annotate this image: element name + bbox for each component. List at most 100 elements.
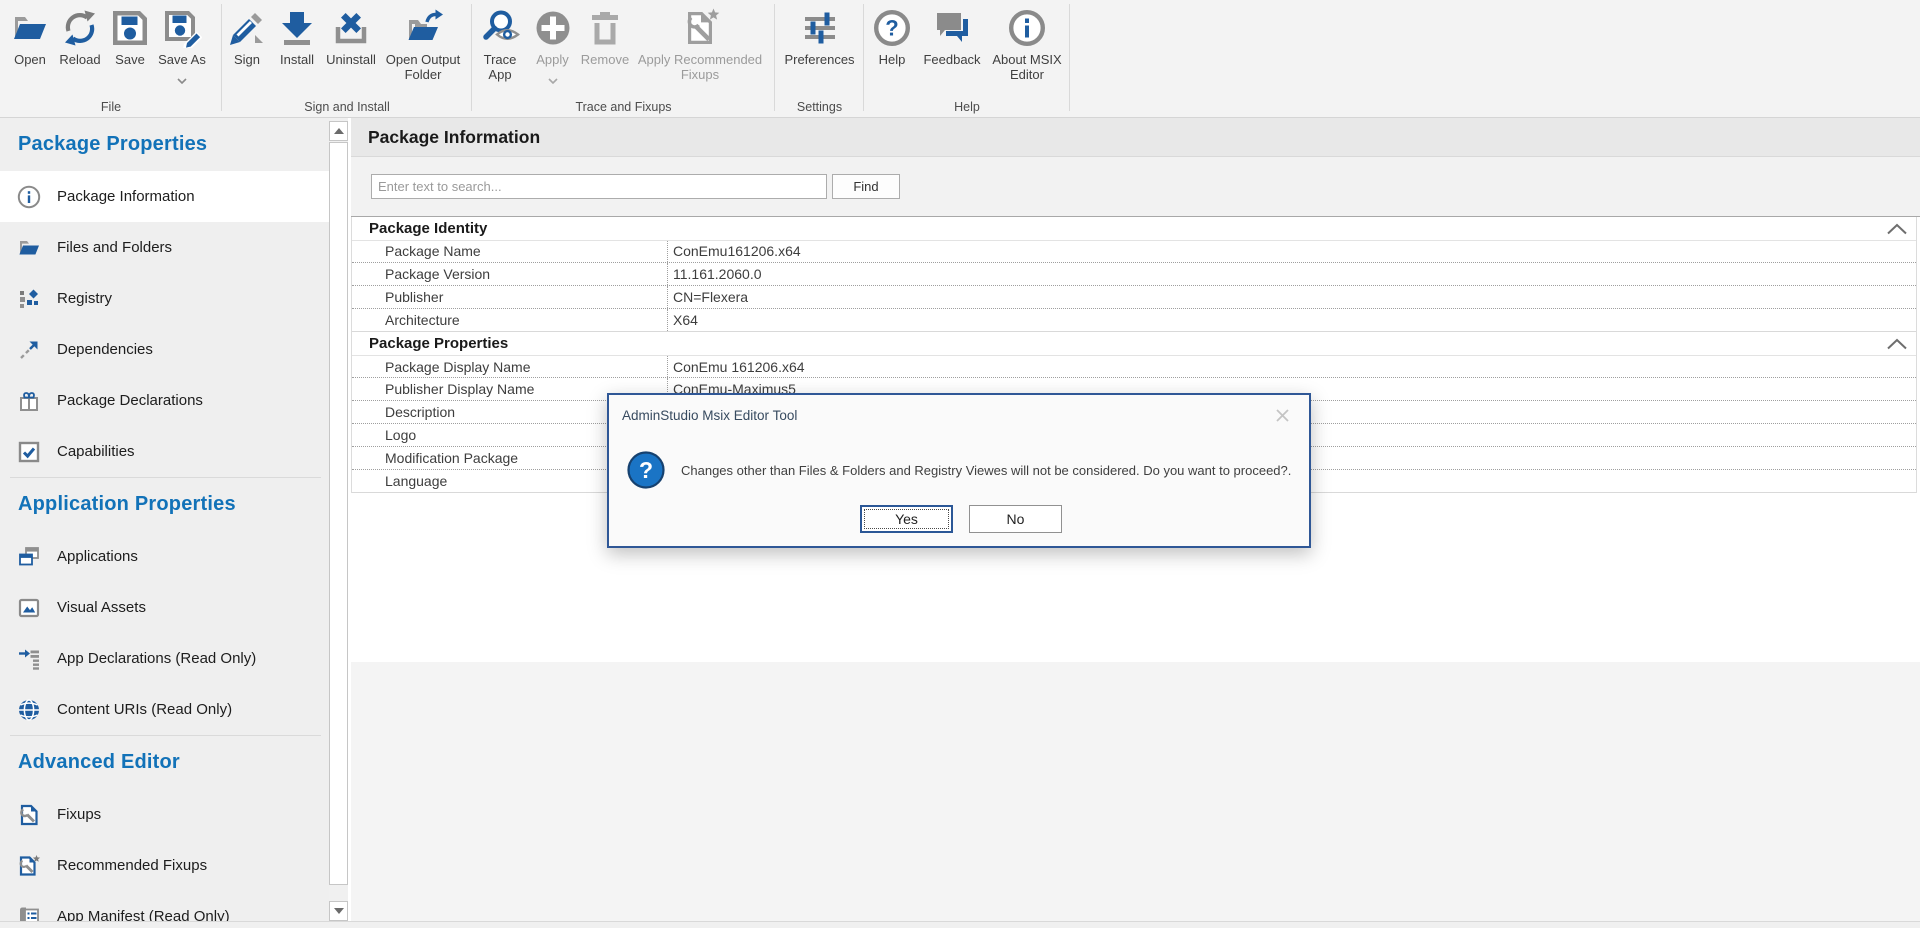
save-icon bbox=[110, 8, 150, 48]
help-label: Help bbox=[879, 53, 906, 68]
uninstall-icon bbox=[331, 8, 371, 48]
section-header-package-properties: Package Properties bbox=[352, 332, 1916, 356]
table-row-package-display-name[interactable]: Package Display Name ConEmu 161206.x64 bbox=[352, 356, 1916, 379]
app-window: Open Reload bbox=[0, 0, 1920, 928]
sidebar-item-label: Applications bbox=[57, 548, 138, 565]
applications-windows-icon bbox=[17, 545, 41, 569]
app-manifest-icon bbox=[17, 905, 41, 922]
sidebar-item-recommended-fixups[interactable]: Recommended Fixups bbox=[0, 840, 329, 891]
find-button[interactable]: Find bbox=[832, 174, 900, 199]
sidebar-item-label: Content URIs (Read Only) bbox=[57, 701, 232, 718]
collapse-chevron-icon[interactable] bbox=[1886, 337, 1908, 354]
save-as-dropdown-chevron-icon[interactable] bbox=[177, 71, 187, 89]
sidebar-item-applications[interactable]: Applications bbox=[0, 531, 329, 582]
table-row-architecture[interactable]: Architecture X64 bbox=[352, 309, 1916, 332]
collapse-chevron-icon[interactable] bbox=[1886, 222, 1908, 239]
page-title-band: Package Information bbox=[351, 118, 1920, 157]
close-x-icon bbox=[1275, 408, 1290, 423]
remove-label: Remove bbox=[581, 53, 629, 68]
search-panel: Find bbox=[351, 157, 1920, 217]
sidebar-item-package-information[interactable]: Package Information bbox=[0, 171, 329, 222]
sidebar-item-label: Capabilities bbox=[57, 443, 135, 460]
sidebar-item-package-declarations[interactable]: Package Declarations bbox=[0, 375, 329, 426]
sidebar-item-label: Dependencies bbox=[57, 341, 153, 358]
ribbon-group-settings: Preferences Settings bbox=[775, 0, 864, 117]
ribbon-separator bbox=[1069, 4, 1070, 111]
sidebar-item-dependencies[interactable]: Dependencies bbox=[0, 324, 329, 375]
open-output-folder-icon bbox=[403, 8, 443, 48]
sidebar-navigation: Package Properties Package Information F… bbox=[0, 118, 329, 921]
ribbon-group-help-label: Help bbox=[864, 100, 1070, 114]
sidebar-item-visual-assets[interactable]: Visual Assets bbox=[0, 582, 329, 633]
row-value[interactable]: CN=Flexera bbox=[667, 286, 1916, 308]
scrollbar-down-button[interactable] bbox=[329, 901, 348, 921]
sidebar-item-label: Files and Folders bbox=[57, 239, 172, 256]
row-value[interactable]: ConEmu161206.x64 bbox=[667, 241, 1916, 263]
help-icon: ? bbox=[872, 8, 912, 48]
row-value[interactable]: 11.161.2060.0 bbox=[667, 263, 1916, 285]
ribbon-group-help: ? Help Feedback bbox=[864, 0, 1070, 117]
ribbon-group-file: Open Reload bbox=[0, 0, 222, 117]
package-information-info-icon bbox=[17, 185, 41, 209]
reload-label: Reload bbox=[59, 53, 100, 68]
ribbon-group-sign-install-label: Sign and Install bbox=[222, 100, 472, 114]
search-input[interactable] bbox=[371, 174, 827, 199]
row-value[interactable]: X64 bbox=[667, 309, 1916, 331]
no-button-label: No bbox=[1007, 511, 1025, 527]
table-row-publisher[interactable]: Publisher CN=Flexera bbox=[352, 286, 1916, 309]
uninstall-label: Uninstall bbox=[326, 53, 376, 68]
reload-icon bbox=[60, 8, 100, 48]
trace-app-label: Trace App bbox=[472, 53, 528, 82]
about-info-icon bbox=[1007, 8, 1047, 48]
content-background-lower bbox=[351, 662, 1920, 921]
ribbon-group-sign-install: Sign Install bbox=[222, 0, 472, 117]
trace-app-icon bbox=[480, 8, 520, 48]
sidebar-item-capabilities[interactable]: Capabilities bbox=[0, 426, 329, 477]
files-and-folders-icon bbox=[17, 236, 41, 260]
package-declarations-gift-icon bbox=[17, 389, 41, 413]
sidebar-item-label: Visual Assets bbox=[57, 599, 146, 616]
row-value[interactable]: ConEmu 161206.x64 bbox=[667, 356, 1916, 378]
sidebar-item-app-manifest[interactable]: App Manifest (Read Only) bbox=[0, 891, 329, 921]
sidebar-item-app-declarations[interactable]: App Declarations (Read Only) bbox=[0, 633, 329, 684]
app-declarations-icon bbox=[17, 647, 41, 671]
install-icon bbox=[277, 8, 317, 48]
table-row-package-version[interactable]: Package Version 11.161.2060.0 bbox=[352, 263, 1916, 286]
dialog-title: AdminStudio Msix Editor Tool bbox=[622, 408, 797, 423]
fixups-icon bbox=[17, 803, 41, 827]
ribbon-group-file-label: File bbox=[0, 100, 222, 114]
recommended-fixups-icon bbox=[17, 854, 41, 878]
svg-text:?: ? bbox=[885, 16, 898, 41]
apply-recommended-fixups-icon bbox=[680, 8, 720, 48]
yes-button[interactable]: Yes bbox=[860, 505, 953, 533]
page-title: Package Information bbox=[351, 127, 540, 148]
no-button[interactable]: No bbox=[969, 505, 1062, 533]
question-icon: ? bbox=[627, 451, 665, 489]
dependencies-arrow-icon bbox=[17, 338, 41, 362]
sidebar-item-label: Package Declarations bbox=[57, 392, 203, 409]
apply-label: Apply bbox=[536, 53, 569, 68]
dialog-close-button[interactable] bbox=[1272, 405, 1292, 425]
sidebar-scrollbar[interactable] bbox=[329, 118, 348, 921]
dialog-message: Changes other than Files & Folders and R… bbox=[681, 453, 1291, 487]
row-label: Package Name bbox=[352, 241, 667, 263]
sidebar-heading-advanced-editor: Advanced Editor bbox=[0, 736, 329, 789]
sidebar-heading-package-properties: Package Properties bbox=[0, 118, 329, 171]
apply-recommended-fixups-label: Apply Recommended Fixups bbox=[633, 53, 767, 82]
sidebar-item-files-and-folders[interactable]: Files and Folders bbox=[0, 222, 329, 273]
table-row-package-name[interactable]: Package Name ConEmu161206.x64 bbox=[352, 241, 1916, 264]
scrollbar-up-button[interactable] bbox=[329, 121, 348, 141]
scrollbar-thumb[interactable] bbox=[329, 142, 348, 885]
row-label: Package Version bbox=[352, 263, 667, 285]
sidebar-item-registry[interactable]: Registry bbox=[0, 273, 329, 324]
section-heading-text: Package Identity bbox=[369, 220, 487, 237]
sidebar-item-fixups[interactable]: Fixups bbox=[0, 789, 329, 840]
about-msix-editor-label: About MSIX Editor bbox=[984, 53, 1070, 82]
section-heading-text: Package Properties bbox=[369, 335, 508, 352]
sidebar-item-label: Fixups bbox=[57, 806, 101, 823]
section-header-package-identity: Package Identity bbox=[352, 217, 1916, 241]
window-bottom-strip bbox=[0, 921, 1920, 928]
sidebar-item-content-uris[interactable]: Content URIs (Read Only) bbox=[0, 684, 329, 735]
content-uris-globe-icon bbox=[17, 698, 41, 722]
ribbon-group-trace-fixups: Trace App Apply bbox=[472, 0, 775, 117]
